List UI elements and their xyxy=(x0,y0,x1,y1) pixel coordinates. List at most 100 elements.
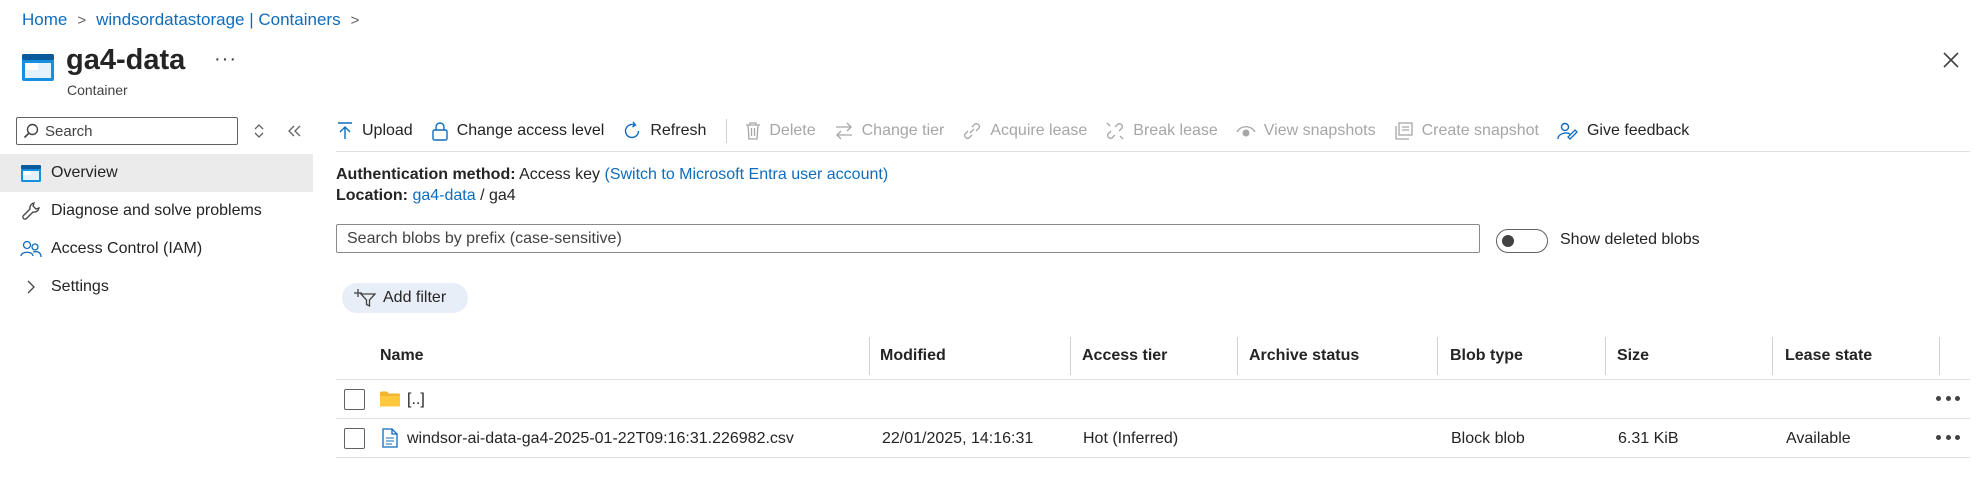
row-more-icon[interactable] xyxy=(1936,435,1960,441)
broken-link-icon xyxy=(1106,122,1124,140)
row-size: 6.31 KiB xyxy=(1618,430,1679,447)
breadcrumb-containers[interactable]: windsordatastorage | Containers xyxy=(96,10,340,30)
lock-icon xyxy=(432,122,448,141)
toggle-knob xyxy=(1502,235,1514,247)
container-icon xyxy=(20,162,42,184)
view-snapshots-label: View snapshots xyxy=(1263,122,1376,139)
snapshot-icon xyxy=(1394,122,1413,140)
location: Location: ga4-data / ga4 xyxy=(336,187,516,205)
column-separator xyxy=(1772,337,1773,375)
upload-label: Upload xyxy=(362,122,413,139)
container-icon xyxy=(22,54,54,81)
location-path: ga4 xyxy=(488,187,516,204)
search-icon xyxy=(23,123,39,139)
header-divider xyxy=(336,379,1970,380)
blob-search[interactable] xyxy=(336,224,1480,253)
sidebar-item-diagnose[interactable]: Diagnose and solve problems xyxy=(0,192,313,230)
delete-label: Delete xyxy=(769,122,816,139)
column-separator xyxy=(1070,337,1071,375)
toolbar-divider-line xyxy=(336,151,1970,152)
acquire-lease-label: Acquire lease xyxy=(990,122,1088,139)
eye-icon xyxy=(1236,126,1256,137)
command-bar: Upload Change access level Refresh Delet… xyxy=(336,116,1707,146)
auth-method-value: Access key xyxy=(519,166,601,183)
column-header-size[interactable]: Size xyxy=(1617,347,1649,365)
create-snapshot-label: Create snapshot xyxy=(1421,122,1539,139)
location-separator: / xyxy=(480,187,485,204)
trash-icon xyxy=(746,122,761,140)
column-separator xyxy=(1237,337,1238,375)
column-header-lease-state[interactable]: Lease state xyxy=(1785,347,1872,365)
sidebar-search-input[interactable] xyxy=(45,122,225,140)
show-deleted-toggle[interactable] xyxy=(1496,229,1548,253)
change-access-level-button[interactable]: Change access level xyxy=(431,121,605,141)
wrench-icon xyxy=(20,200,42,222)
upload-button[interactable]: Upload xyxy=(336,121,413,141)
column-separator xyxy=(1437,337,1438,375)
refresh-button[interactable]: Refresh xyxy=(622,121,706,141)
column-header-modified[interactable]: Modified xyxy=(880,347,946,365)
row-blob-type: Block blob xyxy=(1451,430,1525,447)
collapse-sidebar-icon[interactable] xyxy=(286,122,302,140)
column-header-blob-type[interactable]: Blob type xyxy=(1450,347,1523,365)
sidebar-item-iam[interactable]: Access Control (IAM) xyxy=(0,230,313,268)
sidebar-item-label: Access Control (IAM) xyxy=(51,240,203,257)
row-modified: 22/01/2025, 14:16:31 xyxy=(882,430,1034,447)
folder-icon xyxy=(380,391,400,407)
breadcrumb: Home > windsordatastorage | Containers > xyxy=(22,10,369,30)
blob-search-input[interactable] xyxy=(347,229,1467,248)
add-filter-button[interactable]: Add filter xyxy=(342,283,468,313)
row-more-icon[interactable] xyxy=(1936,396,1960,402)
upload-icon xyxy=(338,122,352,139)
link-icon xyxy=(964,123,981,139)
file-icon xyxy=(382,428,398,448)
row-divider xyxy=(336,418,1970,419)
breadcrumb-separator: > xyxy=(77,11,87,29)
break-lease-label: Break lease xyxy=(1133,122,1218,139)
feedback-icon xyxy=(1557,122,1578,140)
row-name-link[interactable]: [..] xyxy=(407,391,425,409)
refresh-icon xyxy=(625,121,640,139)
sidebar-item-label: Diagnose and solve problems xyxy=(51,202,262,219)
close-icon[interactable] xyxy=(1941,50,1961,70)
add-filter-label: Add filter xyxy=(383,289,447,306)
switch-auth-link[interactable]: (Switch to Microsoft Entra user account) xyxy=(604,166,888,183)
column-header-name[interactable]: Name xyxy=(380,347,424,365)
sort-icon[interactable] xyxy=(252,121,266,141)
create-snapshot-button[interactable]: Create snapshot xyxy=(1394,121,1539,141)
chevron-right-icon xyxy=(20,276,42,298)
sidebar-item-overview[interactable]: Overview xyxy=(0,154,313,192)
breadcrumb-home[interactable]: Home xyxy=(22,10,67,30)
column-separator xyxy=(1605,337,1606,375)
column-separator xyxy=(1939,337,1940,375)
break-lease-button[interactable]: Break lease xyxy=(1105,121,1218,141)
breadcrumb-separator: > xyxy=(350,11,360,29)
acquire-lease-button[interactable]: Acquire lease xyxy=(962,121,1087,141)
change-access-label: Change access level xyxy=(456,122,605,139)
people-icon xyxy=(20,238,42,260)
toolbar-divider xyxy=(726,119,728,143)
sidebar-search[interactable] xyxy=(16,117,238,145)
more-options-button[interactable]: ··· xyxy=(214,48,237,71)
row-checkbox[interactable] xyxy=(344,389,365,410)
column-header-access-tier[interactable]: Access tier xyxy=(1082,347,1167,365)
swap-icon xyxy=(835,122,852,140)
location-label: Location: xyxy=(336,187,408,204)
column-separator xyxy=(869,337,870,375)
view-snapshots-button[interactable]: View snapshots xyxy=(1236,122,1376,140)
refresh-label: Refresh xyxy=(650,122,707,139)
row-checkbox[interactable] xyxy=(344,428,365,449)
add-filter-icon xyxy=(354,289,376,308)
row-access-tier: Hot (Inferred) xyxy=(1083,430,1179,447)
column-header-archive-status[interactable]: Archive status xyxy=(1249,347,1359,365)
sidebar-item-label: Settings xyxy=(51,278,109,295)
location-container-link[interactable]: ga4-data xyxy=(412,187,475,204)
delete-button[interactable]: Delete xyxy=(745,121,816,141)
page-title: ga4-data xyxy=(66,44,186,76)
show-deleted-label: Show deleted blobs xyxy=(1560,231,1700,248)
row-name-link[interactable]: windsor-ai-data-ga4-2025-01-22T09:16:31.… xyxy=(407,430,794,448)
sidebar-item-settings[interactable]: Settings xyxy=(0,268,313,306)
change-tier-button[interactable]: Change tier xyxy=(834,122,944,140)
give-feedback-button[interactable]: Give feedback xyxy=(1557,121,1689,141)
sidebar-item-label: Overview xyxy=(51,164,118,181)
